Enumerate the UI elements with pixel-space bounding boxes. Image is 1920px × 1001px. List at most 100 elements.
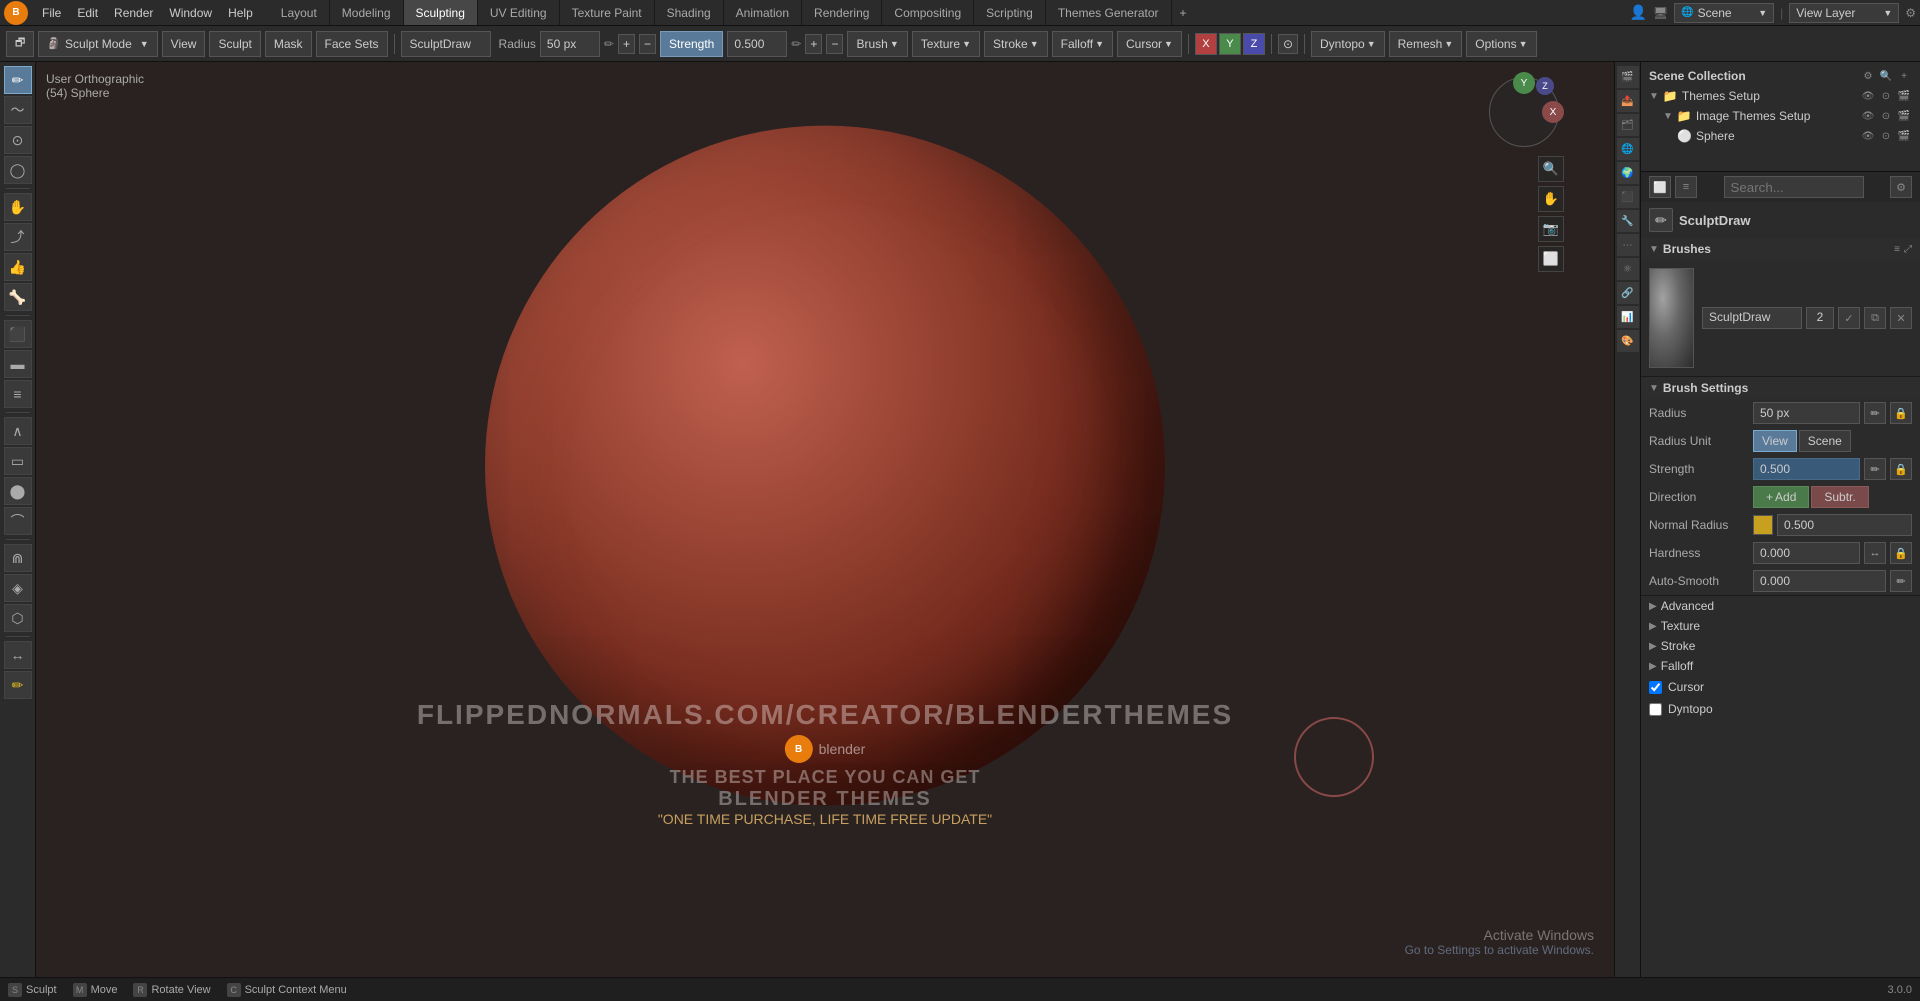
gizmo-z-button[interactable]: Z <box>1536 77 1554 95</box>
z-axis-button[interactable]: Z <box>1243 33 1265 55</box>
tab-animation[interactable]: Animation <box>724 0 802 25</box>
outliner-item-image-themes[interactable]: ▼ 📁 Image Themes Setup 👁 ⊙ 🎬 <box>1641 106 1920 126</box>
mode-selector[interactable]: 🗿 Sculpt Mode ▼ <box>38 31 157 57</box>
brush-thumbnail[interactable] <box>1649 268 1694 368</box>
advanced-collapsible[interactable]: ▶ Advanced <box>1641 596 1920 616</box>
tool-crease[interactable]: ∧ <box>4 417 32 445</box>
brush-copy-btn[interactable]: ⧉ <box>1864 307 1886 329</box>
object-icon[interactable]: ⬛ <box>1617 186 1639 208</box>
tool-fill[interactable]: ⬤ <box>4 477 32 505</box>
scene-selector[interactable]: 🌐 Scene ▼ <box>1674 3 1774 23</box>
gizmo-x-button[interactable]: X <box>1542 101 1564 123</box>
tool-annotate[interactable]: ✏ <box>4 671 32 699</box>
props-search-input[interactable] <box>1724 176 1864 198</box>
tool-snake-hook[interactable]: ⤴ <box>4 223 32 251</box>
texture-collapsible[interactable]: ▶ Texture <box>1641 616 1920 636</box>
minus-btn2[interactable]: − <box>826 34 843 54</box>
render-btn3[interactable]: 🎬 <box>1896 128 1912 144</box>
tool-scrape[interactable]: ⌒ <box>4 507 32 535</box>
constraints-icon[interactable]: 🔗 <box>1617 282 1639 304</box>
sculpt-menu-button[interactable]: Sculpt <box>209 31 260 57</box>
camera-icon[interactable]: 📷 <box>1538 216 1564 242</box>
visibility-btn2[interactable]: 👁 <box>1860 108 1876 124</box>
auto-smooth-edit-btn[interactable]: ✏ <box>1890 570 1912 592</box>
tool-sculpt-draw[interactable]: ✏ <box>4 66 32 94</box>
tool-draw-face-sets[interactable]: ⬡ <box>4 604 32 632</box>
strength-edit-btn[interactable]: ✏ <box>1864 458 1886 480</box>
brushes-options-btn[interactable]: ≡ <box>1894 244 1900 255</box>
falloff-dropdown[interactable]: Falloff ▼ <box>1052 31 1113 57</box>
data-icon[interactable]: 📊 <box>1617 306 1639 328</box>
dyntopo-button[interactable]: Dyntopo ▼ <box>1311 31 1385 57</box>
radius-edit-btn[interactable]: ✏ <box>1864 402 1886 424</box>
radius-lock-btn[interactable]: 🔒 <box>1890 402 1912 424</box>
props-filter-btn[interactable]: ⚙ <box>1890 176 1912 198</box>
select-btn3[interactable]: ⊙ <box>1878 128 1894 144</box>
select-btn1[interactable]: ⊙ <box>1878 88 1894 104</box>
brush-check-btn[interactable]: ✓ <box>1838 307 1860 329</box>
direction-subtract-btn[interactable]: Subtr. <box>1811 486 1868 508</box>
local-view-icon[interactable]: ⬜ <box>1538 246 1564 272</box>
auto-smooth-value[interactable]: 0.000 <box>1753 570 1886 592</box>
outliner-item-sphere[interactable]: ⚪ Sphere 👁 ⊙ 🎬 <box>1641 126 1920 146</box>
y-axis-button[interactable]: Y <box>1219 33 1241 55</box>
radius-prop-value[interactable]: 50 px <box>1753 402 1860 424</box>
plus-btn2[interactable]: + <box>805 34 822 54</box>
view-layer-icon[interactable]: 🗂 <box>1617 114 1639 136</box>
menu-window[interactable]: Window <box>161 0 220 25</box>
strength-lock-btn[interactable]: 🔒 <box>1890 458 1912 480</box>
minus-btn1[interactable]: − <box>639 34 656 54</box>
strength-value[interactable]: 0.500 <box>727 31 787 57</box>
material-icon[interactable]: 🎨 <box>1617 330 1639 352</box>
menu-help[interactable]: Help <box>220 0 261 25</box>
zoom-icon[interactable]: 🔍 <box>1538 156 1564 182</box>
stroke-dropdown[interactable]: Stroke ▼ <box>984 31 1048 57</box>
dyntopo-checkbox[interactable] <box>1649 703 1662 716</box>
tool-inflate[interactable]: ◯ <box>4 156 32 184</box>
view-menu-button[interactable]: View <box>162 31 206 57</box>
render-btn2[interactable]: 🎬 <box>1896 108 1912 124</box>
visibility-btn1[interactable]: 👁 <box>1860 88 1876 104</box>
plus-btn1[interactable]: + <box>618 34 635 54</box>
mask-menu-button[interactable]: Mask <box>265 31 312 57</box>
props-view-btn2[interactable]: ≡ <box>1675 176 1697 198</box>
outliner-add-btn[interactable]: + <box>1896 68 1912 84</box>
outliner-item-themes-setup[interactable]: ▼ 📁 Themes Setup 👁 ⊙ 🎬 <box>1641 86 1920 106</box>
radius-view-btn[interactable]: View <box>1753 430 1797 452</box>
particles-icon[interactable]: ⋯ <box>1617 234 1639 256</box>
normal-radius-value[interactable]: 0.500 <box>1777 514 1912 536</box>
tool-layer[interactable]: ≡ <box>4 380 32 408</box>
tool-clay[interactable]: ⬛ <box>4 320 32 348</box>
menu-edit[interactable]: Edit <box>69 0 106 25</box>
remesh-button[interactable]: Remesh ▼ <box>1389 31 1463 57</box>
stroke-collapsible[interactable]: ▶ Stroke <box>1641 636 1920 656</box>
options-button[interactable]: Options ▼ <box>1466 31 1536 57</box>
menu-file[interactable]: File <box>34 0 69 25</box>
tab-themes-generator[interactable]: Themes Generator <box>1046 0 1172 25</box>
tab-texture-paint[interactable]: Texture Paint <box>560 0 655 25</box>
brushes-panel-header[interactable]: ▼ Brushes ≡ ⤢ <box>1641 238 1920 260</box>
nav-gizmo[interactable]: Y X Z <box>1484 72 1564 152</box>
tool-flatten[interactable]: ▭ <box>4 447 32 475</box>
radius-input[interactable]: 50 px <box>540 31 600 57</box>
tab-sculpting[interactable]: Sculpting <box>404 0 478 25</box>
user-icon[interactable]: 👤 <box>1629 4 1646 21</box>
brush-delete-btn[interactable]: ✕ <box>1890 307 1912 329</box>
scene-icon2[interactable]: 🌐 <box>1617 138 1639 160</box>
texture-dropdown[interactable]: Texture ▼ <box>912 31 980 57</box>
pressure-icon2[interactable]: ✏ <box>791 37 801 51</box>
blender-logo-icon[interactable]: B <box>4 1 28 25</box>
tab-compositing[interactable]: Compositing <box>882 0 974 25</box>
strength-button[interactable]: Strength <box>660 31 723 57</box>
tab-scripting[interactable]: Scripting <box>974 0 1046 25</box>
cursor-checkbox[interactable] <box>1649 681 1662 694</box>
props-view-btn1[interactable]: ⬜ <box>1649 176 1671 198</box>
visibility-btn3[interactable]: 👁 <box>1860 128 1876 144</box>
tool-mask[interactable]: ◈ <box>4 574 32 602</box>
brush-dropdown[interactable]: Brush ▼ <box>847 31 907 57</box>
radius-scene-btn[interactable]: Scene <box>1799 430 1851 452</box>
modifiers-icon[interactable]: 🔧 <box>1617 210 1639 232</box>
hardness-arrows-btn[interactable]: ↔ <box>1864 542 1886 564</box>
brush-settings-header[interactable]: ▼ Brush Settings <box>1641 377 1920 399</box>
gizmo-y-button[interactable]: Y <box>1513 72 1535 94</box>
